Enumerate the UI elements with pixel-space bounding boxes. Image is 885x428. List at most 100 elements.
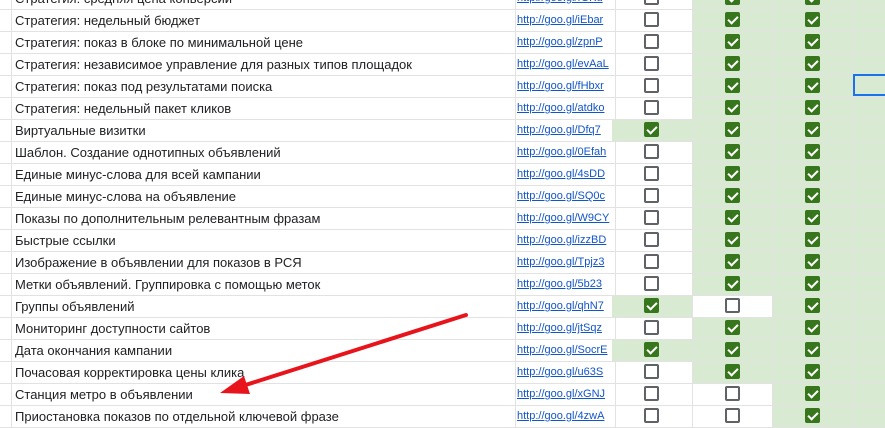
unchecked-checkbox[interactable] xyxy=(644,232,659,247)
extra-column-cell[interactable] xyxy=(853,10,885,32)
feature-name-cell[interactable]: Единые минус-слова на объявление xyxy=(12,186,516,208)
checked-checkbox[interactable] xyxy=(804,210,820,225)
help-link-cell[interactable]: http://goo.gl/4sDD xyxy=(513,164,616,186)
row-gutter-cell[interactable] xyxy=(0,362,12,384)
checked-checkbox[interactable] xyxy=(724,254,740,269)
checked-checkbox[interactable] xyxy=(804,122,820,137)
checked-checkbox[interactable] xyxy=(724,122,740,137)
help-link-cell[interactable]: http://goo.gl/0Efah xyxy=(513,142,616,164)
row-gutter-cell[interactable] xyxy=(0,384,12,406)
row-gutter-cell[interactable] xyxy=(0,120,12,142)
checked-checkbox[interactable] xyxy=(804,232,820,247)
row-gutter-cell[interactable] xyxy=(0,32,12,54)
extra-column-cell[interactable] xyxy=(853,274,885,296)
unchecked-checkbox[interactable] xyxy=(644,34,659,49)
feature-name-cell[interactable]: Стратегия: средняя цена конверсии xyxy=(12,0,516,10)
help-link-cell[interactable]: http://goo.gl/iEbar xyxy=(513,10,616,32)
help-link-cell[interactable]: http://goo.gl/atdko xyxy=(513,98,616,120)
extra-column-cell[interactable] xyxy=(853,252,885,274)
row-gutter-cell[interactable] xyxy=(0,186,12,208)
feature-name-cell[interactable]: Приостановка показов по отдельной ключев… xyxy=(12,406,516,428)
row-gutter-cell[interactable] xyxy=(0,340,12,362)
row-gutter-cell[interactable] xyxy=(0,406,12,428)
unchecked-checkbox[interactable] xyxy=(724,386,740,401)
checked-checkbox[interactable] xyxy=(724,320,740,335)
row-gutter-cell[interactable] xyxy=(0,0,12,10)
extra-column-cell[interactable] xyxy=(853,318,885,340)
extra-column-cell[interactable] xyxy=(853,142,885,164)
checked-checkbox[interactable] xyxy=(644,122,659,137)
unchecked-checkbox[interactable] xyxy=(644,188,659,203)
help-link-cell[interactable]: http://goo.gl/evAaL xyxy=(513,54,616,76)
feature-name-cell[interactable]: Шаблон. Создание однотипных объявлений xyxy=(12,142,516,164)
feature-name-cell[interactable]: Почасовая корректировка цены клика xyxy=(12,362,516,384)
checked-checkbox[interactable] xyxy=(644,342,659,357)
help-link-cell[interactable]: http://goo.gl/Dfq7 xyxy=(513,120,616,142)
help-link-cell[interactable]: http://goo.gl/u63S xyxy=(513,362,616,384)
checked-checkbox[interactable] xyxy=(804,12,820,27)
checked-checkbox[interactable] xyxy=(804,254,820,269)
help-link-cell[interactable]: http://goo.gl/jtSqz xyxy=(513,318,616,340)
extra-column-cell[interactable] xyxy=(853,384,885,406)
checked-checkbox[interactable] xyxy=(724,34,740,49)
feature-name-cell[interactable]: Стратегия: недельный пакет кликов xyxy=(12,98,516,120)
extra-column-cell[interactable] xyxy=(853,296,885,318)
unchecked-checkbox[interactable] xyxy=(644,364,659,379)
extra-column-cell[interactable] xyxy=(853,230,885,252)
checked-checkbox[interactable] xyxy=(644,298,659,313)
checked-checkbox[interactable] xyxy=(724,342,740,357)
checked-checkbox[interactable] xyxy=(804,34,820,49)
checked-checkbox[interactable] xyxy=(724,100,740,115)
row-gutter-cell[interactable] xyxy=(0,274,12,296)
feature-name-cell[interactable]: Стратегия: независимое управление для ра… xyxy=(12,54,516,76)
help-link-cell[interactable]: http://goo.gl/W9CY xyxy=(513,208,616,230)
help-link-cell[interactable]: http://goo.gl/izzBD xyxy=(513,230,616,252)
unchecked-checkbox[interactable] xyxy=(644,78,659,93)
extra-column-cell[interactable] xyxy=(853,120,885,142)
extra-column-cell[interactable] xyxy=(853,208,885,230)
feature-name-cell[interactable]: Мониторинг доступности сайтов xyxy=(12,318,516,340)
extra-column-cell[interactable] xyxy=(853,32,885,54)
checked-checkbox[interactable] xyxy=(804,364,820,379)
help-link-cell[interactable]: http://goo.gl/4zwA xyxy=(513,406,616,428)
unchecked-checkbox[interactable] xyxy=(644,144,659,159)
checked-checkbox[interactable] xyxy=(724,188,740,203)
unchecked-checkbox[interactable] xyxy=(644,0,659,5)
checked-checkbox[interactable] xyxy=(724,232,740,247)
help-link-cell[interactable]: http://goo.gl/fHbxr xyxy=(513,76,616,98)
checked-checkbox[interactable] xyxy=(724,364,740,379)
unchecked-checkbox[interactable] xyxy=(724,298,740,313)
row-gutter-cell[interactable] xyxy=(0,142,12,164)
row-gutter-cell[interactable] xyxy=(0,164,12,186)
checked-checkbox[interactable] xyxy=(804,386,820,401)
checked-checkbox[interactable] xyxy=(804,78,820,93)
checked-checkbox[interactable] xyxy=(804,188,820,203)
feature-name-cell[interactable]: Виртуальные визитки xyxy=(12,120,516,142)
feature-name-cell[interactable]: Группы объявлений xyxy=(12,296,516,318)
unchecked-checkbox[interactable] xyxy=(644,408,659,423)
unchecked-checkbox[interactable] xyxy=(644,320,659,335)
row-gutter-cell[interactable] xyxy=(0,208,12,230)
checked-checkbox[interactable] xyxy=(724,166,740,181)
checked-checkbox[interactable] xyxy=(724,276,740,291)
extra-column-cell[interactable] xyxy=(853,406,885,428)
help-link-cell[interactable]: http://goo.gl/zpnP xyxy=(513,32,616,54)
unchecked-checkbox[interactable] xyxy=(644,12,659,27)
help-link-cell[interactable]: http://goo.gl/xGNJ xyxy=(513,384,616,406)
row-gutter-cell[interactable] xyxy=(0,76,12,98)
feature-name-cell[interactable]: Станция метро в объявлении xyxy=(12,384,516,406)
row-gutter-cell[interactable] xyxy=(0,296,12,318)
extra-column-cell[interactable] xyxy=(853,98,885,120)
checked-checkbox[interactable] xyxy=(804,408,820,423)
feature-name-cell[interactable]: Стратегия: недельный бюджет xyxy=(12,10,516,32)
extra-column-cell[interactable] xyxy=(853,186,885,208)
row-gutter-cell[interactable] xyxy=(0,10,12,32)
row-gutter-cell[interactable] xyxy=(0,230,12,252)
unchecked-checkbox[interactable] xyxy=(644,100,659,115)
feature-name-cell[interactable]: Дата окончания кампании xyxy=(12,340,516,362)
unchecked-checkbox[interactable] xyxy=(644,276,659,291)
row-gutter-cell[interactable] xyxy=(0,252,12,274)
checked-checkbox[interactable] xyxy=(724,210,740,225)
checked-checkbox[interactable] xyxy=(724,12,740,27)
checked-checkbox[interactable] xyxy=(804,100,820,115)
